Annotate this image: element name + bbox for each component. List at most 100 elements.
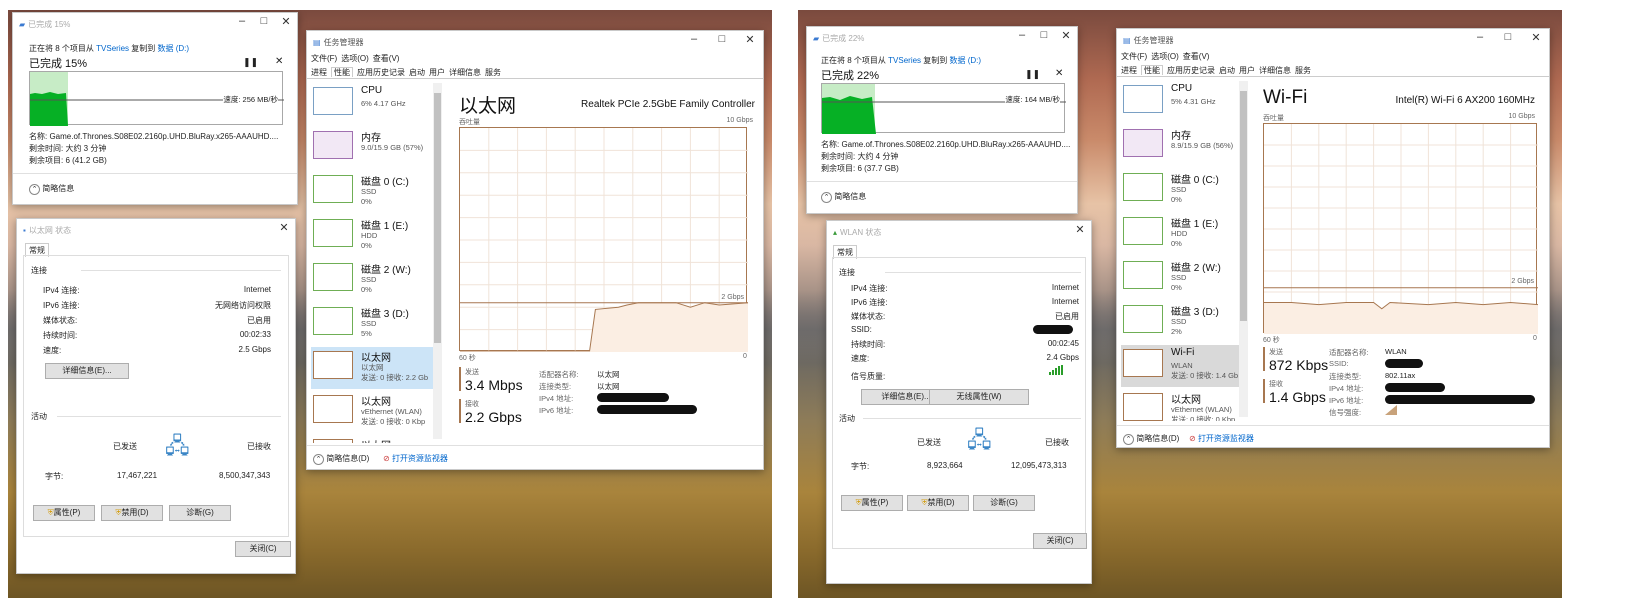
tab-0[interactable]: 进程: [311, 68, 327, 77]
tab-2[interactable]: 应用历史记录: [357, 68, 405, 77]
tab-4[interactable]: 用户: [429, 68, 445, 77]
less-info-toggle[interactable]: ⌃ 简略信息: [29, 183, 74, 195]
status-row-value: 已启用: [247, 316, 271, 325]
minimize-button[interactable]: –: [1473, 31, 1487, 43]
sidebar-item[interactable]: 内存 9.0/15.9 GB (57%): [311, 127, 437, 169]
tab-0[interactable]: 进程: [1121, 66, 1137, 75]
sidebar-item[interactable]: 以太网: [311, 435, 437, 443]
status-row-key: SSID:: [851, 325, 872, 334]
close-button[interactable]: ✕: [1059, 29, 1073, 42]
source-link[interactable]: TVSeries: [96, 44, 129, 53]
less-info-toggle[interactable]: ⌃ 简略信息(D): [313, 453, 369, 465]
source-link[interactable]: TVSeries: [888, 56, 921, 65]
tab-6[interactable]: 服务: [1295, 66, 1311, 75]
minimize-button[interactable]: –: [687, 33, 701, 45]
sidebar-scrollbar[interactable]: [433, 83, 442, 439]
copy-speed-graph: 速度: 256 MB/秒: [29, 71, 284, 126]
maximize-button[interactable]: □: [715, 33, 729, 45]
less-info-toggle[interactable]: ⌃ 简略信息: [821, 191, 866, 203]
open-resource-monitor-link[interactable]: ⊘ 打开资源监视器: [1189, 433, 1254, 444]
close-button[interactable]: ✕: [1529, 31, 1543, 44]
tab-3[interactable]: 启动: [1219, 66, 1235, 75]
status-titlebar: ▴ WLAN 状态 ✕: [827, 221, 1091, 243]
bytes-received: 8,500,347,343: [219, 471, 271, 480]
copy-from-text: 正在将 8 个项目从: [29, 44, 94, 53]
maximize-button[interactable]: □: [1037, 29, 1051, 41]
tab-6[interactable]: 服务: [485, 68, 501, 77]
menu-item[interactable]: 查看(V): [1183, 52, 1210, 61]
menu-item[interactable]: 选项(O): [1151, 52, 1179, 61]
menu-item[interactable]: 选项(O): [341, 54, 369, 63]
destination-link[interactable]: 数据 (D:): [158, 44, 190, 53]
sidebar-item[interactable]: 磁盘 1 (E:) HDD 0%: [311, 215, 437, 257]
sidebar-item-title: 磁盘 1 (E:): [361, 221, 409, 232]
sidebar-item[interactable]: 磁盘 3 (D:) SSD 5%: [311, 303, 437, 345]
disable-button[interactable]: ⛨禁用(D): [101, 505, 163, 521]
maximize-button[interactable]: □: [257, 15, 271, 27]
tab-1[interactable]: 性能: [1141, 65, 1163, 75]
cancel-icon[interactable]: ✕: [1055, 68, 1063, 79]
sidebar-item[interactable]: 磁盘 1 (E:) HDD 0%: [1121, 213, 1247, 255]
wireless-properties-button[interactable]: 无线属性(W): [929, 389, 1029, 405]
task-manager: ▤ 任务管理器 – □ ✕ 文件(F) 选项(O) 查看(V) 进程 性能 应用历史记录…: [1116, 28, 1550, 448]
close-dialog-button[interactable]: 关闭(C): [235, 541, 291, 557]
sidebar-item[interactable]: 磁盘 0 (C:) SSD 0%: [1121, 169, 1247, 211]
less-info-toggle[interactable]: ⌃ 简略信息(D): [1123, 433, 1179, 445]
destination-link[interactable]: 数据 (D:): [950, 56, 982, 65]
details-button[interactable]: 详细信息(E)...: [45, 363, 129, 379]
sidebar-item[interactable]: CPU 5% 4.31 GHz: [1121, 81, 1247, 123]
chevron-up-icon: ⌃: [1123, 434, 1134, 445]
cancel-icon[interactable]: ✕: [275, 56, 283, 67]
tm-menu: 文件(F) 选项(O) 查看(V): [1121, 51, 1213, 62]
sidebar-item[interactable]: 以太网 vEthernet (WLAN) 发送: 0 接收: 0 Kbp: [1121, 389, 1247, 421]
sidebar-item[interactable]: 磁盘 3 (D:) SSD 2%: [1121, 301, 1247, 343]
tab-2[interactable]: 应用历史记录: [1167, 66, 1215, 75]
ipv6-redacted: [597, 405, 697, 414]
minimize-button[interactable]: –: [235, 15, 249, 27]
sidebar-item[interactable]: 内存 8.9/15.9 GB (56%): [1121, 125, 1247, 167]
diagnose-button[interactable]: 诊断(G): [169, 505, 231, 521]
tab-1[interactable]: 性能: [331, 67, 353, 77]
tab-3[interactable]: 启动: [409, 68, 425, 77]
open-resource-monitor-link[interactable]: ⊘ 打开资源监视器: [383, 453, 448, 464]
minimize-button[interactable]: –: [1015, 29, 1029, 41]
divider: [13, 173, 297, 174]
recv-marker: [1263, 379, 1265, 403]
tab-5[interactable]: 详细信息: [449, 68, 481, 77]
sidebar-scrollbar[interactable]: [1239, 81, 1248, 417]
sidebar-item[interactable]: 磁盘 2 (W:) SSD 0%: [1121, 257, 1247, 299]
tab-4[interactable]: 用户: [1239, 66, 1255, 75]
pause-icon[interactable]: ❚❚: [1025, 69, 1040, 80]
sidebar-item-line2: 2%: [1171, 327, 1182, 336]
pause-icon[interactable]: ❚❚: [243, 57, 258, 68]
disable-button[interactable]: ⛨禁用(D): [907, 495, 969, 511]
sidebar-item[interactable]: CPU 6% 4.17 GHz: [311, 83, 437, 125]
properties-button[interactable]: ⛨属性(P): [33, 505, 95, 521]
sidebar-item[interactable]: 磁盘 2 (W:) SSD 0%: [311, 259, 437, 301]
sidebar-item-line1: 8.9/15.9 GB (56%): [1171, 141, 1234, 150]
close-button[interactable]: ✕: [743, 33, 757, 46]
disable-label: 禁用(D): [927, 498, 955, 507]
bytes-received: 12,095,473,313: [1011, 461, 1067, 470]
maximize-button[interactable]: □: [1501, 31, 1515, 43]
menu-item[interactable]: 文件(F): [311, 54, 337, 63]
properties-button[interactable]: ⛨属性(P): [841, 495, 903, 511]
sidebar-item[interactable]: 以太网 以太网 发送: 0 接收: 2.2 Gb: [311, 347, 437, 389]
computers-network-icon: 🖧: [967, 427, 992, 452]
diagnose-button[interactable]: 诊断(G): [973, 495, 1035, 511]
sidebar-item[interactable]: 以太网 vEthernet (WLAN) 发送: 0 接收: 0 Kbp: [311, 391, 437, 433]
sidebar-item[interactable]: 磁盘 0 (C:) SSD 0%: [311, 171, 437, 213]
close-dialog-button[interactable]: 关闭(C): [1033, 533, 1087, 549]
divider: [807, 181, 1077, 182]
copy-title: 已完成 22%: [822, 33, 865, 43]
tm-title: 任务管理器: [1133, 35, 1174, 45]
close-button[interactable]: ✕: [277, 221, 291, 234]
sidebar-item-detail: HDD 0%: [1171, 229, 1187, 249]
menu-item[interactable]: 文件(F): [1121, 52, 1147, 61]
close-button[interactable]: ✕: [279, 15, 293, 28]
sidebar-item[interactable]: Wi-Fi WLAN 发送: 0 接收: 1.4 Gb: [1121, 345, 1247, 387]
menu-item[interactable]: 查看(V): [373, 54, 400, 63]
tab-5[interactable]: 详细信息: [1259, 66, 1291, 75]
close-button[interactable]: ✕: [1073, 223, 1087, 236]
copy-titlebar: ▰ 已完成 15% – □ ✕: [13, 13, 297, 35]
